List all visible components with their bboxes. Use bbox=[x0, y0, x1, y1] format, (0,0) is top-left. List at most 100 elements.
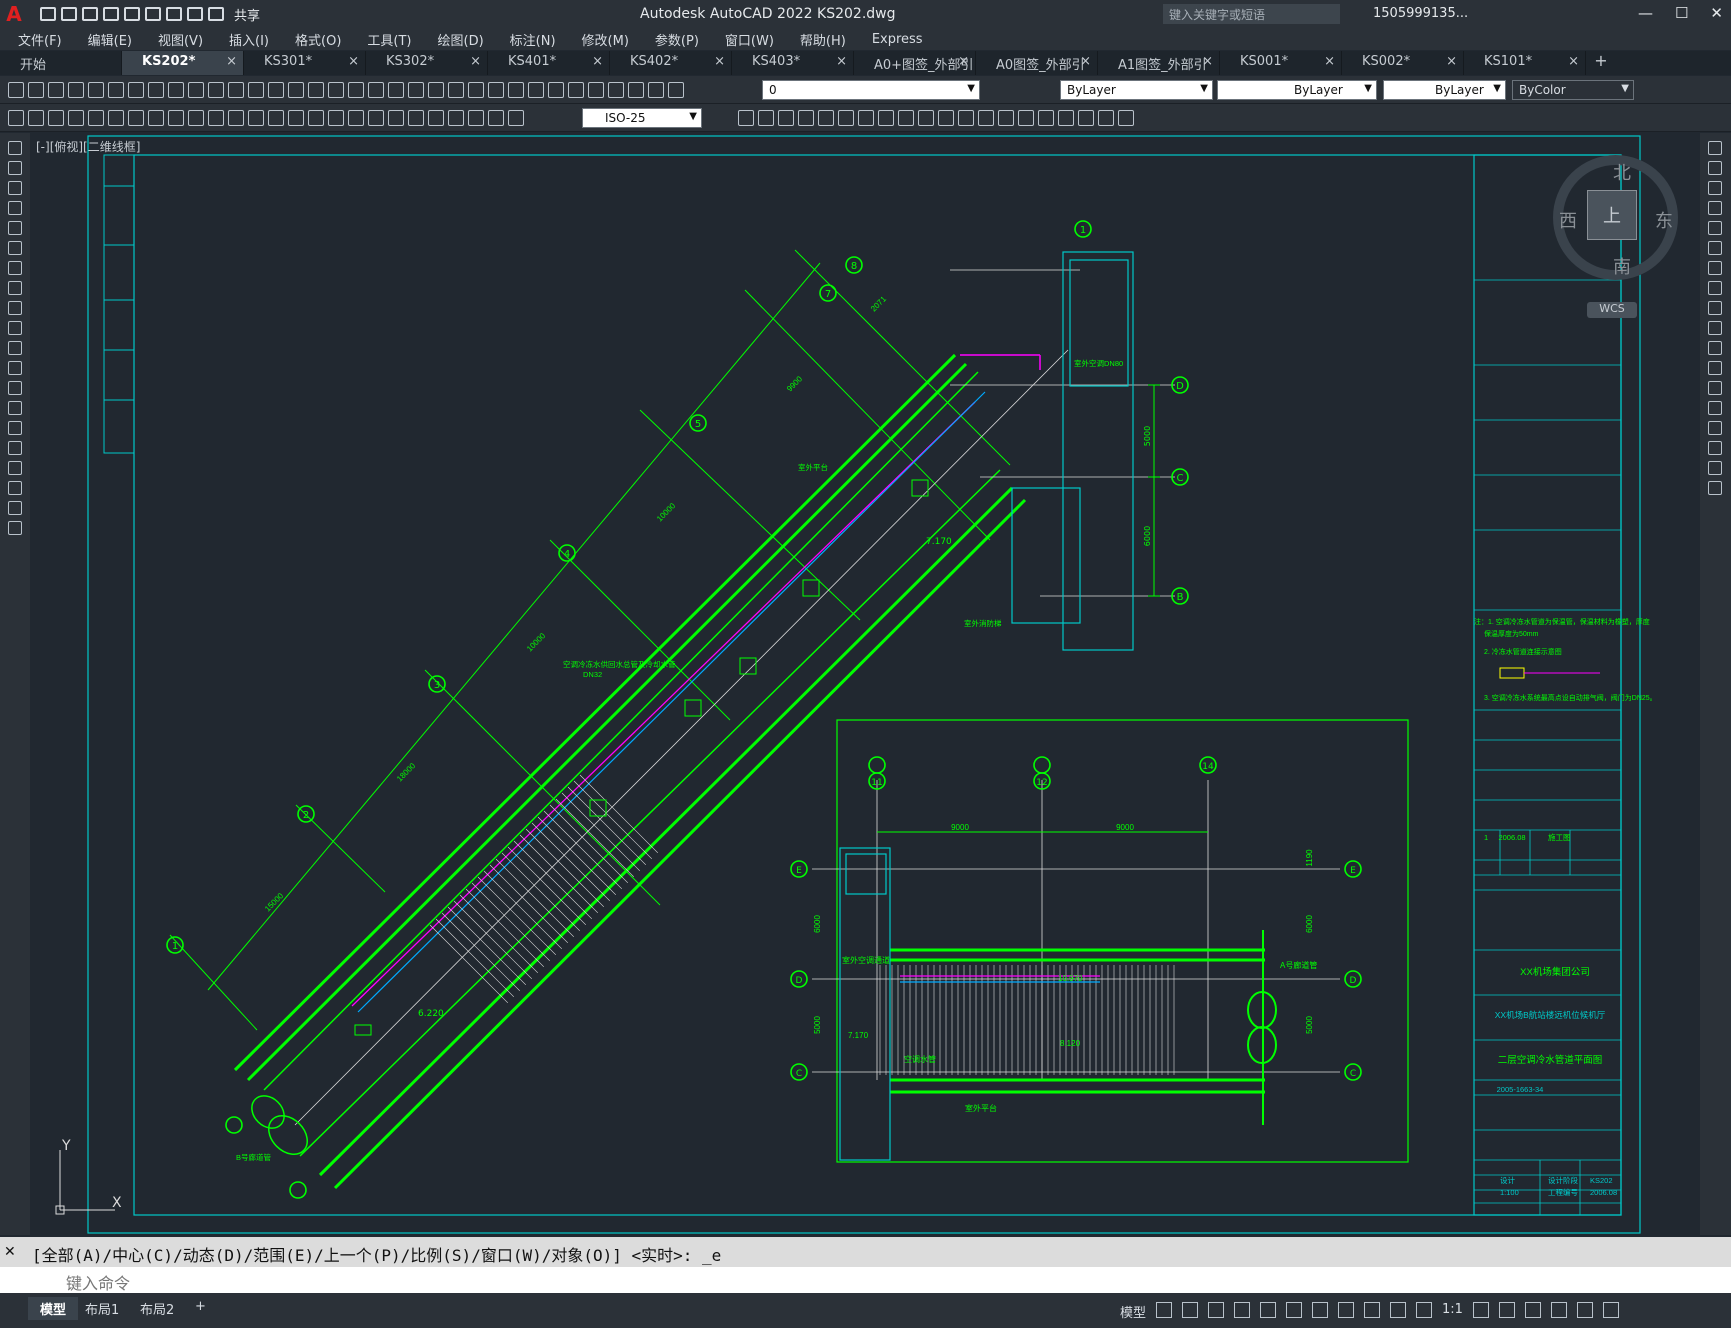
palette-tool-icon[interactable] bbox=[8, 421, 22, 435]
gear-icon[interactable] bbox=[1472, 1302, 1489, 1318]
modify-tool-icon[interactable] bbox=[1098, 110, 1114, 126]
user-account[interactable]: 1505999135... bbox=[1373, 6, 1468, 21]
new-tab-button[interactable]: + bbox=[1586, 51, 1616, 75]
dimension-tool-icon[interactable] bbox=[308, 110, 324, 126]
close-tab-icon[interactable]: × bbox=[226, 54, 237, 69]
customization-icon[interactable] bbox=[1602, 1302, 1619, 1318]
osnap-icon[interactable] bbox=[1260, 1302, 1277, 1318]
modify-tool-icon[interactable] bbox=[778, 110, 794, 126]
palette-tool-icon[interactable] bbox=[8, 261, 22, 275]
toolbar-icon[interactable] bbox=[568, 82, 584, 98]
close-tab-icon[interactable]: × bbox=[1202, 54, 1213, 69]
toolbar-icon[interactable] bbox=[168, 82, 184, 98]
menu-item[interactable]: 视图(V) bbox=[158, 30, 203, 49]
dimstyle-select[interactable]: ISO-25 ▼ bbox=[582, 108, 702, 128]
dimension-tool-icon[interactable] bbox=[448, 110, 464, 126]
palette-tool-icon[interactable] bbox=[1708, 261, 1722, 275]
document-tab[interactable]: KS001* × bbox=[1220, 51, 1342, 75]
menu-item[interactable]: Express bbox=[872, 32, 923, 47]
annotation-visibility-icon[interactable] bbox=[1390, 1302, 1407, 1318]
toolbar-icon[interactable] bbox=[8, 82, 24, 98]
dimension-tool-icon[interactable] bbox=[248, 110, 264, 126]
document-tab[interactable]: A0+图签_外部引用*× bbox=[854, 51, 976, 92]
dimension-tool-icon[interactable] bbox=[8, 110, 24, 126]
modify-tool-icon[interactable] bbox=[958, 110, 974, 126]
modify-tool-icon[interactable] bbox=[978, 110, 994, 126]
toolbar-icon[interactable] bbox=[188, 82, 204, 98]
dimension-tool-icon[interactable] bbox=[168, 110, 184, 126]
toolbar-icon[interactable] bbox=[308, 82, 324, 98]
dimension-tool-icon[interactable] bbox=[68, 110, 84, 126]
close-tab-icon[interactable]: × bbox=[470, 54, 481, 69]
lineweight-icon[interactable] bbox=[1312, 1302, 1329, 1318]
dimension-tool-icon[interactable] bbox=[48, 110, 64, 126]
palette-tool-icon[interactable] bbox=[8, 241, 22, 255]
menu-item[interactable]: 插入(I) bbox=[229, 30, 269, 49]
toolbar-icon[interactable] bbox=[608, 82, 624, 98]
dimension-tool-icon[interactable] bbox=[28, 110, 44, 126]
dimension-tool-icon[interactable] bbox=[428, 110, 444, 126]
close-tab-icon[interactable]: × bbox=[348, 54, 359, 69]
menu-item[interactable]: 工具(T) bbox=[367, 30, 411, 49]
document-tab[interactable]: KS301* × bbox=[244, 51, 366, 75]
palette-tool-icon[interactable] bbox=[1708, 201, 1722, 215]
selection-cycling-icon[interactable] bbox=[1364, 1302, 1381, 1318]
palette-tool-icon[interactable] bbox=[1708, 421, 1722, 435]
clean-screen-icon[interactable] bbox=[1576, 1302, 1593, 1318]
palette-tool-icon[interactable] bbox=[8, 361, 22, 375]
palette-tool-icon[interactable] bbox=[8, 501, 22, 515]
palette-tool-icon[interactable] bbox=[8, 381, 22, 395]
modify-tool-icon[interactable] bbox=[838, 110, 854, 126]
menu-item[interactable]: 参数(P) bbox=[655, 30, 699, 49]
plotstyle-select[interactable]: ByColor ▼ bbox=[1512, 80, 1634, 100]
save-icon[interactable] bbox=[82, 7, 98, 21]
toolbar-icon[interactable] bbox=[68, 82, 84, 98]
dimension-tool-icon[interactable] bbox=[368, 110, 384, 126]
modify-tool-icon[interactable] bbox=[918, 110, 934, 126]
model-space-toggle[interactable]: 模型 bbox=[1120, 1302, 1146, 1321]
palette-tool-icon[interactable] bbox=[1708, 341, 1722, 355]
transparency-icon[interactable] bbox=[1338, 1302, 1355, 1318]
palette-tool-icon[interactable] bbox=[8, 341, 22, 355]
palette-tool-icon[interactable] bbox=[8, 301, 22, 315]
close-tab-icon[interactable]: × bbox=[1568, 54, 1579, 69]
command-input[interactable]: 键入命令 bbox=[0, 1267, 1731, 1293]
palette-tool-icon[interactable] bbox=[8, 521, 22, 535]
scale-display[interactable]: 1:1 bbox=[1442, 1302, 1463, 1321]
share-button[interactable]: 共享 bbox=[234, 5, 260, 24]
close-tab-icon[interactable]: × bbox=[592, 54, 603, 69]
dimension-tool-icon[interactable] bbox=[88, 110, 104, 126]
toolbar-icon[interactable] bbox=[468, 82, 484, 98]
compass-east[interactable]: 东 bbox=[1655, 207, 1673, 233]
compass-south[interactable]: 南 bbox=[1613, 253, 1631, 279]
modify-tool-icon[interactable] bbox=[738, 110, 754, 126]
menu-item[interactable]: 绘图(D) bbox=[438, 30, 484, 49]
toolbar-icon[interactable] bbox=[648, 82, 664, 98]
dimension-tool-icon[interactable] bbox=[228, 110, 244, 126]
document-tab[interactable]: KS403* × bbox=[732, 51, 854, 75]
palette-tool-icon[interactable] bbox=[1708, 381, 1722, 395]
toolbar-icon[interactable] bbox=[268, 82, 284, 98]
menu-item[interactable]: 窗口(W) bbox=[725, 30, 774, 49]
palette-tool-icon[interactable] bbox=[1708, 481, 1722, 495]
dimension-tool-icon[interactable] bbox=[268, 110, 284, 126]
toolbar-icon[interactable] bbox=[228, 82, 244, 98]
viewport-controls[interactable]: [-][俯视][二维线框] bbox=[36, 138, 140, 155]
close-button[interactable]: ✕ bbox=[1710, 4, 1723, 22]
toolbar-icon[interactable] bbox=[148, 82, 164, 98]
toolbar-icon[interactable] bbox=[628, 82, 644, 98]
grid-icon[interactable] bbox=[1156, 1302, 1173, 1318]
dimension-tool-icon[interactable] bbox=[408, 110, 424, 126]
palette-tool-icon[interactable] bbox=[8, 161, 22, 175]
palette-tool-icon[interactable] bbox=[8, 181, 22, 195]
toolbar-icon[interactable] bbox=[248, 82, 264, 98]
lineweight-select[interactable]: ByLayer ▼ bbox=[1383, 80, 1506, 100]
modify-tool-icon[interactable] bbox=[1058, 110, 1074, 126]
minimize-button[interactable]: — bbox=[1638, 4, 1653, 22]
modify-tool-icon[interactable] bbox=[998, 110, 1014, 126]
compass-west[interactable]: 西 bbox=[1559, 207, 1577, 233]
document-tab[interactable]: A0图签_外部引用× bbox=[976, 51, 1098, 92]
menu-item[interactable]: 修改(M) bbox=[582, 30, 629, 49]
color-select[interactable]: ByLayer ▼ bbox=[1060, 80, 1213, 100]
palette-tool-icon[interactable] bbox=[1708, 301, 1722, 315]
